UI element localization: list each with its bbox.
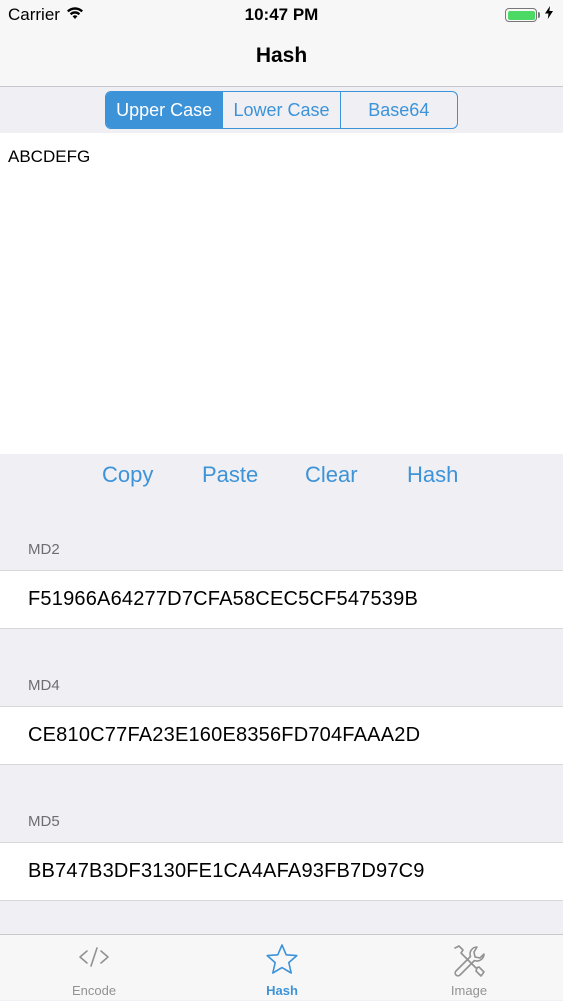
segment-area: Upper Case Lower Case Base64 <box>0 87 563 133</box>
star-icon <box>265 943 299 982</box>
md2-cell[interactable]: F51966A64277D7CFA58CEC5CF547539B <box>0 570 563 629</box>
code-icon <box>76 943 112 976</box>
md5-value: BB747B3DF3130FE1CA4AFA93FB7D97C9 <box>28 860 425 882</box>
paste-button[interactable]: Paste <box>202 462 258 488</box>
tab-label-hash: Hash <box>266 983 298 998</box>
status-time: 10:47 PM <box>244 5 319 24</box>
input-text-area[interactable]: ABCDEFG <box>0 133 563 454</box>
clear-button[interactable]: Clear <box>305 462 358 488</box>
page-title: Hash <box>255 44 308 67</box>
case-segmented-control: Upper Case Lower Case Base64 <box>105 91 458 129</box>
tools-icon <box>451 943 487 984</box>
battery-fill <box>507 10 535 20</box>
md2-header: MD2 <box>28 541 60 558</box>
md5-cell[interactable]: BB747B3DF3130FE1CA4AFA93FB7D97C9 <box>0 842 563 901</box>
tab-image[interactable]: Image <box>375 935 563 1001</box>
battery-icon <box>505 8 540 22</box>
md5-header: MD5 <box>28 813 60 830</box>
tab-hash[interactable]: Hash <box>188 935 376 1001</box>
segment-upper-case[interactable]: Upper Case <box>106 92 223 128</box>
bolt-icon <box>545 6 553 24</box>
input-text: ABCDEFG <box>8 147 91 166</box>
tab-label-image: Image <box>450 983 488 998</box>
hash-button[interactable]: Hash <box>407 462 458 488</box>
md4-header: MD4 <box>28 677 60 694</box>
copy-button[interactable]: Copy <box>102 462 153 488</box>
battery-indicator <box>505 6 553 24</box>
status-bar: Carrier 10:47 PM <box>0 0 563 30</box>
tab-bar: Encode Hash Image <box>0 934 563 1000</box>
action-bar: Copy Paste Clear Hash <box>0 454 563 498</box>
md2-value: F51966A64277D7CFA58CEC5CF547539B <box>28 588 418 610</box>
tab-label-encode: Encode <box>71 983 117 998</box>
tab-encode[interactable]: Encode <box>0 935 188 1001</box>
segment-lower-case[interactable]: Lower Case <box>222 92 339 128</box>
segment-base64[interactable]: Base64 <box>339 92 457 128</box>
md4-value: CE810C77FA23E160E8356FD704FAAA2D <box>28 724 421 746</box>
md4-cell[interactable]: CE810C77FA23E160E8356FD704FAAA2D <box>0 706 563 765</box>
navigation-bar: Hash <box>0 30 563 87</box>
